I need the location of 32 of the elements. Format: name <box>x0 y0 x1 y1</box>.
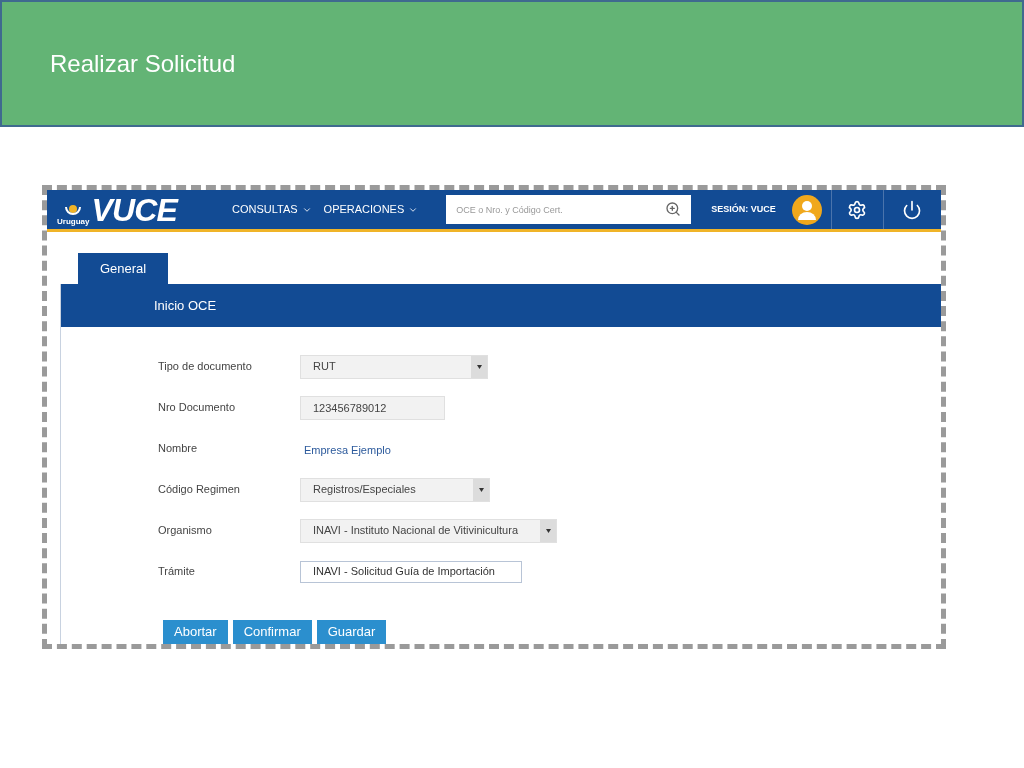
avatar-icon[interactable] <box>791 194 822 225</box>
power-icon[interactable] <box>902 199 923 220</box>
action-button[interactable]: Abortar <box>163 620 228 644</box>
search-field[interactable]: OCE o Nro. y Código Cert. <box>446 195 692 224</box>
field-label: Organismo <box>158 523 213 539</box>
field-label: Tipo de documento <box>158 359 253 375</box>
caret-icon <box>545 528 551 533</box>
settings-icon[interactable] <box>847 199 868 220</box>
select-field[interactable]: Registros/Especiales <box>300 477 490 502</box>
sun-icon <box>65 203 82 218</box>
field-label: Código Regimen <box>158 482 241 498</box>
caret-icon <box>478 487 484 492</box>
select-field[interactable]: INAVI - Instituto Nacional de Vitivinicultura <box>300 518 557 543</box>
nav-menu[interactable]: CONSULTAS <box>232 201 312 218</box>
nav-menu[interactable]: OPERACIONES <box>323 201 419 218</box>
tab[interactable]: General <box>78 253 168 284</box>
slide-title: Realizar Solicitud <box>50 49 236 79</box>
logo-text: VUCE <box>91 193 178 226</box>
section-title: Inicio OCE <box>154 296 217 315</box>
list-field[interactable]: INAVI - Solicitud Guía de Importación <box>300 560 522 583</box>
caret-icon <box>476 364 482 369</box>
search-icon[interactable] <box>665 201 682 217</box>
company-link[interactable]: Empresa Ejemplo <box>300 443 395 456</box>
field-label: Trámite <box>158 564 196 580</box>
action-button[interactable]: Confirmar <box>232 620 312 644</box>
logo-caption: Uruguay <box>57 217 90 226</box>
field-label: Nombre <box>158 441 199 457</box>
field-label: Nro Documento <box>158 400 237 416</box>
input-field[interactable]: 123456789012 <box>300 396 445 420</box>
session-label: SESIÓN: VUCE <box>711 202 776 216</box>
select-field[interactable]: RUT <box>300 354 488 379</box>
action-button[interactable]: Guardar <box>316 620 387 644</box>
